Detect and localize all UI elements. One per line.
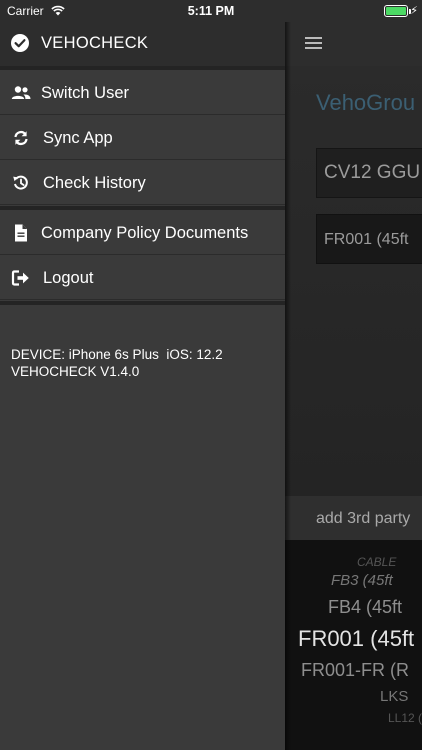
history-icon xyxy=(13,175,28,190)
battery-icon xyxy=(384,5,408,17)
picker-item: FB3 (45ft xyxy=(331,572,393,589)
trailer-field[interactable]: FR001 (45ft xyxy=(316,214,422,264)
vehicle-field[interactable]: CV12 GGU xyxy=(316,148,422,198)
menu-label: Logout xyxy=(43,269,94,287)
main-header xyxy=(285,22,422,66)
menu-item-check-history[interactable]: Check History xyxy=(0,161,285,205)
sync-icon xyxy=(14,130,28,146)
add-third-party-button[interactable]: add 3rd party xyxy=(285,496,422,540)
device-line: DEVICE: iPhone 6s Plus iOS: 12.2 xyxy=(11,347,223,362)
divider xyxy=(0,66,285,70)
drawer-shadow xyxy=(285,22,291,750)
picker-item: LKS xyxy=(380,688,409,705)
main-content: VehoGrou CV12 GGU FR001 (45ft xyxy=(285,66,422,496)
check-circle-icon xyxy=(11,34,29,52)
group-title: VehoGrou xyxy=(316,90,416,115)
menu-label: Switch User xyxy=(41,84,130,102)
picker-item: LL12 (1 xyxy=(388,711,422,725)
hamburger-icon[interactable] xyxy=(305,37,322,49)
status-time: 5:11 PM xyxy=(187,4,235,18)
divider xyxy=(0,301,285,305)
menu-item-logout[interactable]: Logout xyxy=(0,256,285,300)
version-line: VEHOCHECK V1.4.0 xyxy=(11,364,140,379)
side-drawer: VEHOCHECK Switch User Sync App Check His… xyxy=(0,22,285,750)
trailer-picker[interactable]: CABLE FB3 (45ft FB4 (45ft FR001 (45ft FR… xyxy=(285,540,422,750)
status-bar: Carrier 5:11 PM ⚡︎ xyxy=(0,0,422,22)
menu-label: Check History xyxy=(43,174,146,192)
device-info: DEVICE: iPhone 6s Plus iOS: 12.2 VEHOCHE… xyxy=(11,346,223,380)
menu-item-sync-app[interactable]: Sync App xyxy=(0,116,285,160)
picker-item: FR001-FR (R xyxy=(301,660,410,680)
app-title: VEHOCHECK xyxy=(41,34,149,52)
logout-icon xyxy=(11,270,29,286)
picker-item-selected: FR001 (45ft xyxy=(298,626,415,651)
divider xyxy=(0,206,285,210)
drawer-header: VEHOCHECK xyxy=(0,22,285,66)
battery-level xyxy=(386,7,406,15)
users-icon xyxy=(11,86,31,99)
picker-item: FB4 (45ft xyxy=(328,597,403,617)
document-icon xyxy=(15,224,27,242)
menu-label: Sync App xyxy=(43,129,113,147)
menu-item-company-policy-documents[interactable]: Company Policy Documents xyxy=(0,211,285,255)
charging-icon: ⚡︎ xyxy=(410,5,418,17)
menu-label: Company Policy Documents xyxy=(41,224,249,242)
picker-item: CABLE xyxy=(357,555,397,569)
menu-item-switch-user[interactable]: Switch User xyxy=(0,71,285,115)
